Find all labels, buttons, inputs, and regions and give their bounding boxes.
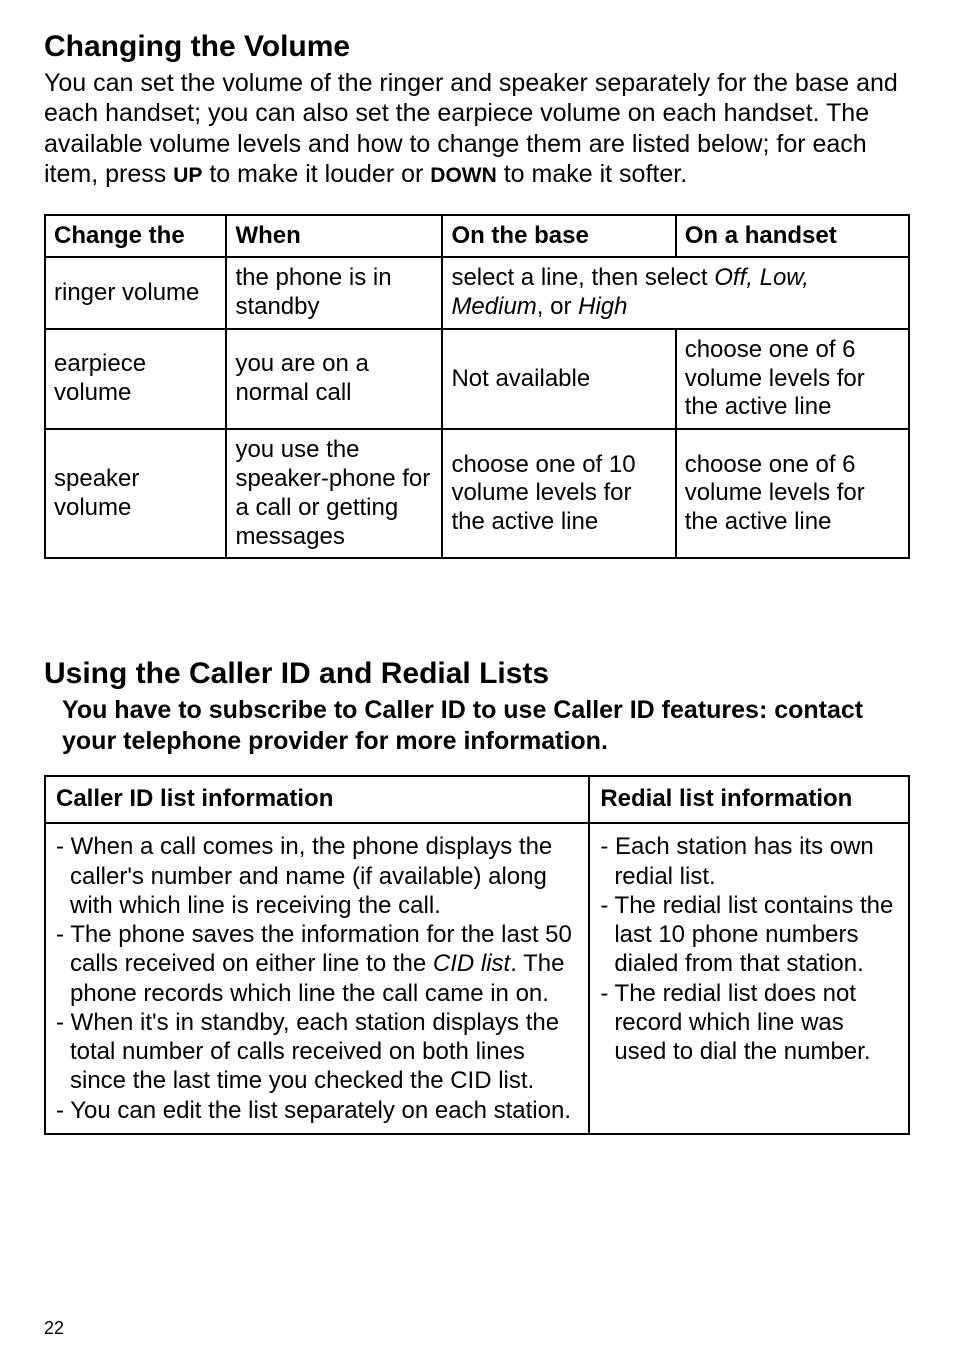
caller-id-table: Caller ID list information Redial list i… <box>44 775 910 1134</box>
t1-h1: When <box>226 215 442 258</box>
table-row: Caller ID list information Redial list i… <box>45 776 909 823</box>
page-number: 22 <box>44 1317 64 1340</box>
t1-r1c2: Not available <box>442 329 675 429</box>
section1-title: Changing the Volume <box>44 28 910 66</box>
t1-h2: On the base <box>442 215 675 258</box>
table-row: ringer volume the phone is in standby se… <box>45 257 909 329</box>
t1-r0c2-mid: , or <box>537 293 578 320</box>
section1-intro: You can set the volume of the ringer and… <box>44 68 910 190</box>
intro-down: DOWN <box>430 164 497 187</box>
t1-r2c3: choose one of 6 volume levels for the ac… <box>676 429 909 558</box>
t2-c1-l1: - When a call comes in, the phone displa… <box>56 832 578 920</box>
t2-h0: Caller ID list information <box>45 776 589 823</box>
table-row: Change the When On the base On a handset <box>45 215 909 258</box>
t1-r1c1: you are on a normal call <box>226 329 442 429</box>
t1-r2c1: you use the speaker-phone for a call or … <box>226 429 442 558</box>
t2-c2-l2: - The redial list contains the last 10 p… <box>600 891 898 979</box>
t1-h0: Change the <box>45 215 226 258</box>
section2-sub: You have to subscribe to Caller ID to us… <box>62 695 910 758</box>
t2-h1: Redial list information <box>589 776 909 823</box>
t2-c1-l2: - The phone saves the information for th… <box>56 920 578 1008</box>
t1-r0c2-em2: High <box>578 293 627 320</box>
table-row: earpiece volume you are on a normal call… <box>45 329 909 429</box>
t1-r1c3: choose one of 6 volume levels for the ac… <box>676 329 909 429</box>
t1-r0c2: select a line, then select Off, Low, Med… <box>442 257 909 329</box>
t1-r2c2: choose one of 10 volume levels for the a… <box>442 429 675 558</box>
section2-title: Using the Caller ID and Redial Lists <box>44 655 910 693</box>
t2-c2-l1: - Each station has its own redial list. <box>600 832 898 891</box>
t1-r0c0: ringer volume <box>45 257 226 329</box>
t1-r2c0: speaker volume <box>45 429 226 558</box>
intro-p3: to make it softer. <box>497 160 687 188</box>
t1-r1c0: earpiece volume <box>45 329 226 429</box>
volume-table: Change the When On the base On a handset… <box>44 214 910 560</box>
t1-r0c2-pre: select a line, then select <box>451 264 714 291</box>
t2-c1-l4: - You can edit the list separately on ea… <box>56 1096 578 1125</box>
t1-r0c1: the phone is in standby <box>226 257 442 329</box>
intro-p2: to make it louder or <box>202 160 430 188</box>
t2-c2-l3: - The redial list does not record which … <box>600 979 898 1067</box>
intro-up: UP <box>173 164 202 187</box>
t2-col2: - Each station has its own redial list. … <box>589 823 909 1134</box>
t1-h3: On a handset <box>676 215 909 258</box>
t2-c1-l2em: CID list <box>433 950 510 977</box>
table-row: - When a call comes in, the phone displa… <box>45 823 909 1134</box>
t2-c1-l3: - When it's in standby, each station dis… <box>56 1008 578 1096</box>
t2-col1: - When a call comes in, the phone displa… <box>45 823 589 1134</box>
table-row: speaker volume you use the speaker-phone… <box>45 429 909 558</box>
